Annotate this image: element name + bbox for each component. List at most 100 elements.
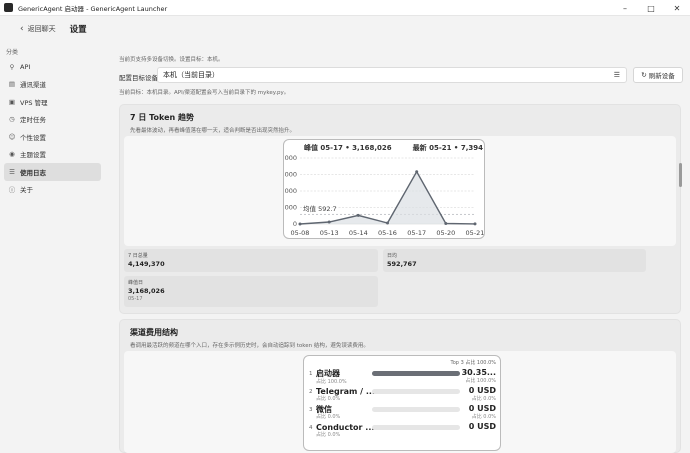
sidebar-item-label: 通讯渠道 bbox=[20, 81, 46, 90]
token-chart-card: 000 000 000 .000 005-08 05-13 05-14 05-16 05-17 0… bbox=[124, 136, 676, 246]
window-titlebar: GenericAgent 启动器 - GenericAgent Launcher… bbox=[0, 0, 690, 16]
scrollbar-thumb[interactable] bbox=[679, 163, 682, 187]
page-title: 设置 bbox=[69, 25, 87, 35]
current-target-hint: 当前目标：本机目录。API/渠道配置会写入当前目录下的 mykey.py。 bbox=[119, 90, 290, 96]
refresh-label: 刷新设备 bbox=[648, 72, 675, 80]
token-line-chart: 000 000 000 .000 005-08 05-13 05-14 05-16 05-17 0… bbox=[284, 143, 484, 237]
y-tick-label: 000 bbox=[285, 154, 297, 162]
channel-chart-card: Top 3 占比 100.0% 1 启动器 占比 100.0% 30.35...… bbox=[124, 351, 676, 453]
channel-row-4: 4 Conductor ... 占比 0.0% 0 USD bbox=[309, 422, 496, 438]
channel-name: 启动器 bbox=[316, 368, 341, 378]
back-label: 返回聊天 bbox=[27, 25, 56, 33]
config-target-value: 本机（当前目录） bbox=[163, 71, 219, 79]
minimize-icon[interactable]: – bbox=[612, 0, 638, 16]
sidebar-item-api[interactable]: ⚲ API bbox=[4, 58, 101, 76]
y-tick-label: 000 bbox=[285, 171, 297, 179]
channel-value: 0 USD bbox=[469, 404, 497, 413]
stat-value: 592,767 bbox=[387, 260, 417, 268]
app-icon bbox=[4, 3, 13, 12]
channel-share-left: 占比 0.0% bbox=[316, 431, 341, 438]
data-point bbox=[298, 222, 302, 226]
config-target-label: 配置目标设备 bbox=[119, 74, 158, 82]
refresh-devices-button[interactable]: ↻ 刷新设备 bbox=[633, 67, 683, 83]
stat-sub: 05-17 bbox=[128, 296, 143, 302]
main-content: 当前页支持多设备切换。设置目标：本机。 配置目标设备 本机（当前目录） ☰ ↻ … bbox=[105, 48, 683, 453]
server-icon: ▣ bbox=[8, 97, 16, 106]
chat-icon: ▤ bbox=[8, 80, 16, 89]
sidebar-item-about[interactable]: ⓘ 关于 bbox=[4, 181, 101, 199]
channel-chart: Top 3 占比 100.0% 1 启动器 占比 100.0% 30.35...… bbox=[303, 355, 501, 451]
window-controls: – □ ✕ bbox=[612, 0, 690, 16]
token-trend-section: 7 日 Token 趋势 先看最体波动，再看峰值落在哪一天，适合判断是否出现突然… bbox=[119, 104, 681, 314]
sidebar-item-theme[interactable]: ◉ 主题设置 bbox=[4, 146, 101, 164]
channel-share-left: 占比 0.0% bbox=[316, 395, 341, 402]
channel-cost-section: 渠道费用结构 看调用最活跃的频道在哪个入口，存在多示例历史时，会自动追踪到 to… bbox=[119, 319, 681, 453]
config-target-select[interactable]: 本机（当前目录） ☰ bbox=[157, 67, 627, 83]
clock-icon: ◷ bbox=[9, 115, 15, 124]
channel-cost-subtitle: 看调用最活跃的频道在哪个入口，存在多示例历史时，会自动追踪到 token 结构，… bbox=[130, 343, 369, 349]
channel-row-2: 2 Telegram / ... 占比 0.0% 0 USD 占比 0.0% bbox=[309, 386, 496, 402]
data-point bbox=[356, 213, 360, 217]
palette-icon: ◉ bbox=[9, 150, 15, 159]
average-annotation: 均值 592.7 bbox=[303, 204, 337, 213]
sidebar-item-label: 使用日志 bbox=[20, 168, 46, 177]
x-tick-label: 05-14 bbox=[349, 229, 368, 237]
sidebar: 分类 ⚲ API ▤ 通讯渠道 ▣ VPS 管理 ◷ 定时任务 ☺ 个性设置 ◉… bbox=[0, 48, 105, 453]
x-tick-label: 05-08 bbox=[291, 229, 310, 237]
person-icon: ☺ bbox=[8, 132, 16, 141]
stat-daily-average: 日均 592,767 bbox=[383, 249, 646, 272]
series-area bbox=[300, 171, 475, 224]
channel-cost-title: 渠道费用结构 bbox=[130, 328, 178, 337]
data-point bbox=[386, 221, 389, 225]
page-header: ‹ 返回聊天 设置 bbox=[0, 16, 690, 42]
sidebar-item-label: 主题设置 bbox=[20, 151, 46, 160]
back-button[interactable]: ‹ 返回聊天 bbox=[20, 24, 56, 34]
channel-value: 0 USD bbox=[469, 386, 497, 395]
stat-peak-day: 峰值日 3,168,026 05-17 bbox=[124, 276, 378, 307]
stat-label: 日均 bbox=[387, 253, 398, 259]
top3-share: Top 3 占比 100.0% bbox=[450, 359, 497, 366]
x-tick-label: 05-13 bbox=[320, 229, 339, 237]
maximize-icon[interactable]: □ bbox=[638, 0, 664, 16]
sidebar-item-vps[interactable]: ▣ VPS 管理 bbox=[4, 93, 101, 111]
channel-share-left: 占比 0.0% bbox=[316, 413, 341, 420]
window-title: GenericAgent 启动器 - GenericAgent Launcher bbox=[18, 4, 168, 13]
x-tick-label: 05-20 bbox=[436, 229, 455, 237]
channel-rank: 2 bbox=[309, 389, 313, 395]
channel-rank: 1 bbox=[309, 371, 313, 377]
channel-bar-chart: Top 3 占比 100.0% 1 启动器 占比 100.0% 30.35...… bbox=[309, 359, 497, 438]
stat-7day-total: 7 日总量 4,149,370 bbox=[124, 249, 378, 272]
close-icon[interactable]: ✕ bbox=[664, 0, 690, 16]
channel-value: 0 USD bbox=[469, 422, 497, 431]
sidebar-item-label: 个性设置 bbox=[20, 133, 46, 142]
token-chart: 000 000 000 .000 005-08 05-13 05-14 05-16 05-17 0… bbox=[283, 139, 485, 239]
sidebar-item-label: 关于 bbox=[20, 186, 33, 195]
sidebar-item-scheduled-tasks[interactable]: ◷ 定时任务 bbox=[4, 111, 101, 129]
sidebar-item-label: VPS 管理 bbox=[20, 98, 48, 107]
sidebar-item-channels[interactable]: ▤ 通讯渠道 bbox=[4, 76, 101, 94]
info-icon: ⓘ bbox=[8, 186, 16, 195]
stat-value: 4,149,370 bbox=[128, 260, 165, 268]
channel-share-left: 占比 100.0% bbox=[316, 378, 347, 385]
series-line bbox=[299, 170, 476, 225]
chevron-left-icon: ‹ bbox=[20, 24, 24, 34]
dropdown-icon: ☰ bbox=[613, 71, 620, 79]
log-icon: ☰ bbox=[9, 167, 15, 176]
sidebar-item-usage-log[interactable]: ☰ 使用日志 bbox=[4, 163, 101, 181]
key-icon: ⚲ bbox=[9, 62, 15, 71]
peak-annotation: 峰值 05-17 • 3,168,026 bbox=[304, 143, 392, 152]
y-tick-label: 000 bbox=[285, 187, 297, 195]
channel-share-right: 占比 100.0% bbox=[465, 377, 496, 384]
x-tick-label: 05-16 bbox=[378, 229, 397, 237]
refresh-icon: ↻ bbox=[641, 71, 647, 79]
channel-value: 30.35... bbox=[462, 368, 496, 377]
channel-rank: 4 bbox=[309, 425, 313, 431]
data-point bbox=[327, 220, 331, 224]
channel-share-right: 占比 0.0% bbox=[472, 395, 497, 402]
channel-rank: 3 bbox=[309, 407, 313, 413]
sidebar-item-personal[interactable]: ☺ 个性设置 bbox=[4, 128, 101, 146]
channel-bar-fill bbox=[372, 371, 460, 376]
y-tick-label: 0 bbox=[293, 220, 297, 228]
stat-label: 7 日总量 bbox=[128, 253, 148, 259]
sidebar-item-label: 定时任务 bbox=[20, 116, 46, 125]
